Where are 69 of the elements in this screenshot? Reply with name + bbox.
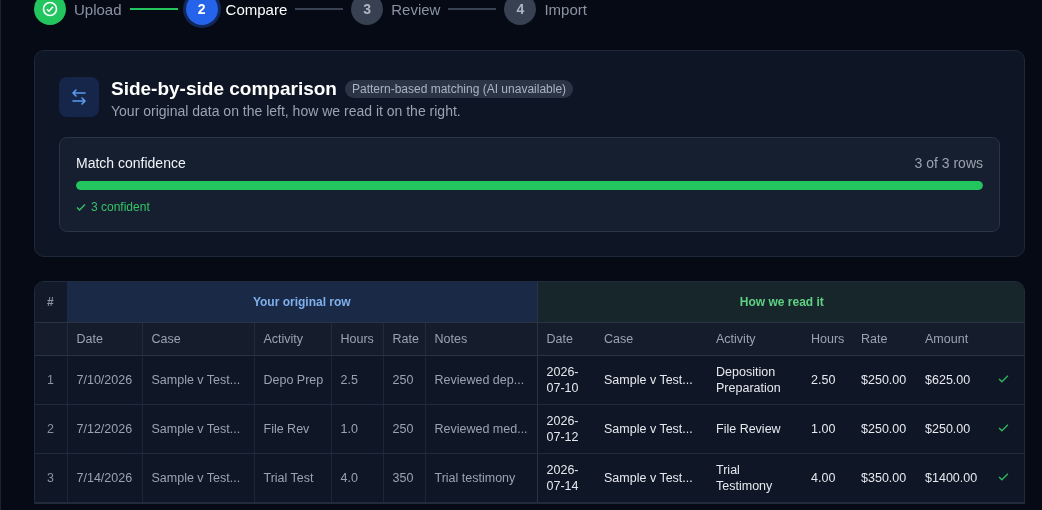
row-number: 2	[35, 404, 67, 454]
table-cell: $625.00	[916, 355, 987, 405]
column-header: Rate	[383, 322, 425, 356]
table-cell: File Rev	[254, 404, 331, 454]
column-header: Amount	[916, 322, 987, 356]
table-cell: $250.00	[852, 404, 917, 454]
table-cell: Depo Prep	[254, 355, 331, 405]
matching-badge: Pattern-based matching (AI unavailable)	[344, 80, 574, 98]
table-cell: Deposition Preparation	[707, 355, 803, 405]
step-label: Review	[391, 0, 441, 18]
parsed-group-header: How we read it	[537, 282, 1024, 323]
column-header: Hours	[802, 322, 853, 356]
card-subtitle: Your original data on the left, how we read it on the right.	[111, 103, 462, 119]
original-group-header: Your original row	[67, 282, 538, 323]
step-number: 4	[504, 0, 537, 25]
column-header: Activity	[707, 322, 803, 356]
table-cell: Sample v Test...	[142, 453, 254, 503]
check-icon	[76, 202, 86, 212]
table-cell: 7/10/2026	[67, 355, 142, 405]
table-cell: 2.50	[802, 355, 853, 405]
row-number: 3	[35, 453, 67, 503]
step-number: 2	[185, 0, 218, 25]
table-cell: Trial Testimony	[707, 453, 803, 503]
table-cell: 7/12/2026	[67, 404, 142, 454]
table-cell: 350	[383, 453, 425, 503]
table-cell: 4.0	[331, 453, 383, 503]
table-cell: File Review	[707, 404, 803, 454]
table-cell: Sample v Test...	[595, 404, 708, 454]
column-header: Hours	[331, 322, 383, 356]
column-header: Date	[537, 322, 596, 356]
card-title: Side-by-side comparison	[111, 78, 337, 100]
table-cell: Reviewed med...	[425, 404, 538, 454]
index-header: #	[35, 282, 67, 323]
step-number: 3	[351, 0, 384, 25]
confident-count: 3 confident	[91, 200, 150, 214]
column-header: Date	[67, 322, 142, 356]
table-cell: $250.00	[852, 355, 917, 405]
row-number: 1	[35, 355, 67, 405]
table-cell: Sample v Test...	[142, 404, 254, 454]
table-cell: 250	[383, 355, 425, 405]
step-label: Upload	[74, 0, 122, 18]
column-header: Activity	[254, 322, 331, 356]
column-header: Case	[142, 322, 254, 356]
step-label: Compare	[225, 0, 288, 18]
table-cell: Trial testimony	[425, 453, 538, 503]
table-cell: Sample v Test...	[142, 355, 254, 405]
table-cell: Sample v Test...	[595, 355, 708, 405]
table-cell: 2.5	[331, 355, 383, 405]
table-cell: 2026-07-10	[537, 355, 596, 405]
swap-arrows-icon	[59, 77, 99, 117]
table-cell: 1.00	[802, 404, 853, 454]
table-cell: Sample v Test...	[595, 453, 708, 503]
table-cell: 1.0	[331, 404, 383, 454]
table-cell: Trial Test	[254, 453, 331, 503]
column-header: Case	[595, 322, 708, 356]
confidence-title: Match confidence	[76, 155, 186, 171]
table-cell: $1400.00	[916, 453, 987, 503]
table-cell: Reviewed dep...	[425, 355, 538, 405]
column-header: Notes	[425, 322, 538, 356]
table-cell: 2026-07-14	[537, 453, 596, 503]
table-cell: 2026-07-12	[537, 404, 596, 454]
column-header: Rate	[852, 322, 917, 356]
table-cell: $250.00	[916, 404, 987, 454]
step-label: Import	[544, 0, 587, 18]
table-cell: $350.00	[852, 453, 917, 503]
row-count: 3 of 3 rows	[914, 155, 983, 171]
table-cell: 7/14/2026	[67, 453, 142, 503]
table-cell: 250	[383, 404, 425, 454]
table-cell: 4.00	[802, 453, 853, 503]
